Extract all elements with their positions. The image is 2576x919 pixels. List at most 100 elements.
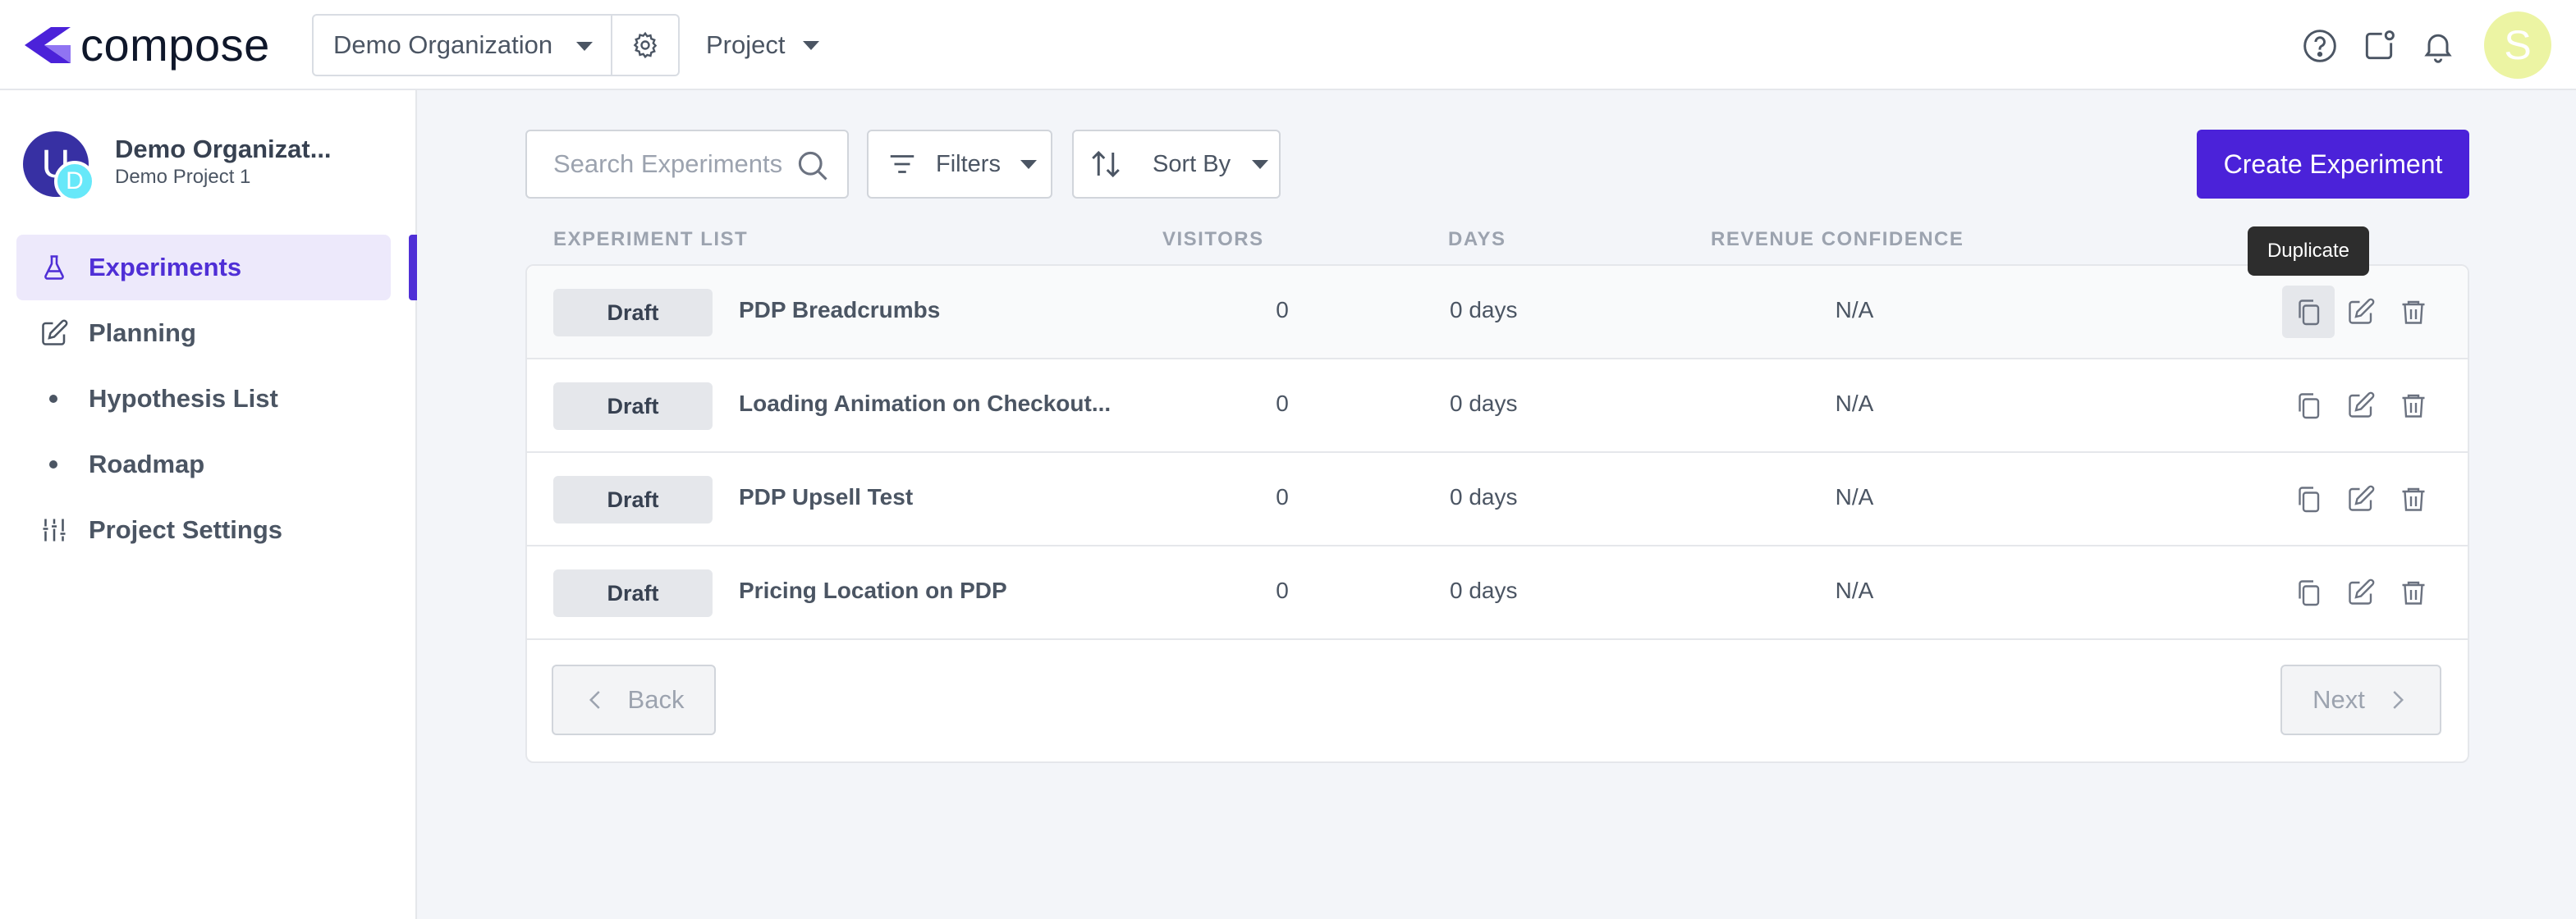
sidebar-item-project-settings[interactable]: Project Settings — [16, 497, 391, 563]
sidebar-project-name: Demo Project 1 — [115, 166, 251, 188]
table-row[interactable]: Draft PDP Breadcrumbs 0 0 days N/A — [527, 266, 2468, 359]
copy-icon — [2299, 393, 2320, 419]
delete-button[interactable] — [2387, 286, 2440, 338]
organization-name: Demo Organization — [333, 30, 553, 59]
sort-by-button[interactable]: Sort By — [1072, 130, 1281, 199]
duplicate-button[interactable] — [2282, 566, 2335, 619]
sidebar-item-experiments[interactable]: Experiments — [16, 235, 391, 300]
sidebar: U D Demo Organizat... Demo Project 1 Exp… — [0, 90, 417, 919]
bell-icon[interactable] — [2420, 28, 2456, 64]
delete-button[interactable] — [2387, 379, 2440, 432]
caret-down-icon — [1020, 159, 1037, 169]
sidebar-item-label: Hypothesis List — [89, 384, 278, 413]
edit-button[interactable] — [2335, 286, 2387, 338]
caret-down-icon — [803, 40, 820, 50]
table-row[interactable]: Draft PDP Upsell Test 0 0 days N/A — [527, 453, 2468, 546]
top-bar: compose Demo Organization Project S — [0, 0, 2576, 90]
trash-icon — [2402, 581, 2425, 605]
project-avatar-badge: D — [54, 161, 95, 202]
experiment-name[interactable]: Loading Animation on Checkout... — [739, 391, 1111, 417]
sidebar-item-label: Experiments — [89, 253, 242, 281]
sliders-icon — [38, 514, 71, 546]
brand-name: compose — [80, 19, 270, 71]
copy-icon — [2299, 487, 2320, 513]
chevron-left-icon — [589, 691, 600, 709]
revenue-confidence: N/A — [1835, 391, 1874, 416]
table-row[interactable]: Draft Loading Animation on Checkout... 0… — [527, 359, 2468, 453]
search-icon[interactable] — [795, 148, 831, 184]
experiment-name[interactable]: PDP Upsell Test — [739, 484, 913, 510]
project-dropdown[interactable]: Project — [706, 25, 820, 66]
revenue-confidence: N/A — [1835, 484, 1874, 510]
announcements-icon[interactable] — [2361, 28, 2397, 64]
duplicate-button[interactable] — [2282, 286, 2335, 338]
chevron-right-icon — [2393, 691, 2404, 709]
edit-button[interactable] — [2335, 566, 2387, 619]
duplicate-tooltip: Duplicate — [2248, 226, 2369, 276]
sidebar-organization-name[interactable]: Demo Organizat... — [115, 135, 332, 164]
bullet-icon — [49, 395, 57, 403]
caret-down-icon — [576, 42, 593, 51]
days-count: 0 days — [1450, 297, 1518, 322]
delete-button[interactable] — [2387, 566, 2440, 619]
status-badge: Draft — [553, 289, 713, 336]
create-experiment-button[interactable]: Create Experiment — [2197, 130, 2469, 199]
organization-selector: Demo Organization — [312, 14, 680, 76]
back-button[interactable]: Back — [552, 665, 716, 735]
user-avatar[interactable]: S — [2484, 11, 2551, 79]
column-header-revenue-confidence[interactable]: REVENUE CONFIDENCE — [1711, 228, 1964, 251]
trash-icon — [2402, 300, 2425, 324]
back-label: Back — [627, 685, 685, 714]
sidebar-item-hypothesis-list[interactable]: Hypothesis List — [16, 366, 391, 432]
column-header-experiment-list[interactable]: EXPERIMENT LIST — [553, 228, 748, 251]
status-badge: Draft — [553, 569, 713, 617]
visitors-count: 0 — [1276, 391, 1289, 416]
edit-button[interactable] — [2335, 379, 2387, 432]
organization-dropdown[interactable]: Demo Organization — [314, 16, 612, 75]
experiment-name[interactable]: Pricing Location on PDP — [739, 578, 1007, 604]
duplicate-button[interactable] — [2282, 379, 2335, 432]
status-badge: Draft — [553, 476, 713, 524]
edit-icon — [2349, 578, 2375, 605]
help-icon[interactable] — [2302, 28, 2338, 64]
sort-arrows-icon — [1092, 150, 1120, 178]
sort-by-label: Sort By — [1153, 150, 1231, 177]
sidebar-item-roadmap[interactable]: Roadmap — [16, 432, 391, 497]
edit-icon — [2349, 391, 2375, 418]
experiment-name[interactable]: PDP Breadcrumbs — [739, 297, 940, 323]
column-header-visitors[interactable]: VISITORS — [1162, 228, 1264, 251]
visitors-count: 0 — [1276, 578, 1289, 603]
revenue-confidence: N/A — [1835, 297, 1874, 322]
sidebar-item-label: Project Settings — [89, 515, 282, 544]
trash-icon — [2402, 487, 2425, 511]
filters-button[interactable]: Filters — [867, 130, 1052, 199]
duplicate-button[interactable] — [2282, 473, 2335, 525]
days-count: 0 days — [1450, 578, 1518, 603]
days-count: 0 days — [1450, 484, 1518, 510]
gear-icon — [633, 31, 658, 59]
filters-label: Filters — [936, 150, 1001, 177]
sidebar-item-label: Roadmap — [89, 450, 205, 478]
caret-down-icon — [1252, 159, 1269, 169]
sidebar-item-label: Planning — [89, 318, 196, 347]
edit-button[interactable] — [2335, 473, 2387, 525]
column-header-days[interactable]: DAYS — [1448, 228, 1506, 251]
organization-settings-button[interactable] — [612, 16, 678, 75]
table-row[interactable]: Draft Pricing Location on PDP 0 0 days N… — [527, 546, 2468, 640]
copy-icon — [2299, 580, 2320, 606]
sidebar-item-planning[interactable]: Planning — [16, 300, 391, 366]
filter-lines-icon — [890, 155, 914, 173]
flask-icon — [38, 251, 71, 284]
revenue-confidence: N/A — [1835, 578, 1874, 603]
edit-icon — [2349, 298, 2375, 324]
next-label: Next — [2312, 685, 2365, 714]
compose-logo[interactable]: compose — [20, 16, 270, 74]
trash-icon — [2402, 394, 2425, 418]
bullet-icon — [49, 460, 57, 469]
experiment-table: Draft PDP Breadcrumbs 0 0 days N/A Draft… — [525, 264, 2469, 763]
copy-icon — [2299, 299, 2320, 326]
next-button[interactable]: Next — [2280, 665, 2441, 735]
search-input[interactable] — [553, 149, 796, 179]
visitors-count: 0 — [1276, 297, 1289, 322]
delete-button[interactable] — [2387, 473, 2440, 525]
